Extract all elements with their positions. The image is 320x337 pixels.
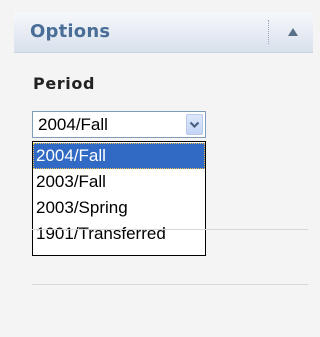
select-arrow-button[interactable]: [186, 114, 203, 135]
collapse-button[interactable]: [285, 24, 301, 40]
panel-title: Options: [30, 21, 111, 42]
period-option[interactable]: 2004/Fall: [33, 143, 205, 169]
divider: [32, 229, 308, 230]
chevron-down-icon: [189, 121, 200, 128]
period-label: Period: [33, 74, 95, 93]
period-select-value: 2004/Fall: [38, 115, 108, 134]
period-option[interactable]: 1901/Transferred: [33, 221, 205, 247]
triangle-up-icon: [288, 28, 298, 36]
period-select[interactable]: 2004/Fall: [32, 111, 206, 138]
period-option[interactable]: 2003/Fall: [33, 169, 205, 195]
options-panel-header: Options: [14, 12, 313, 53]
header-separator: [268, 20, 269, 44]
period-option[interactable]: 2003/Spring: [33, 195, 205, 221]
period-dropdown-list: 2004/Fall 2003/Fall 2003/Spring 1901/Tra…: [32, 141, 206, 256]
divider: [32, 284, 308, 285]
